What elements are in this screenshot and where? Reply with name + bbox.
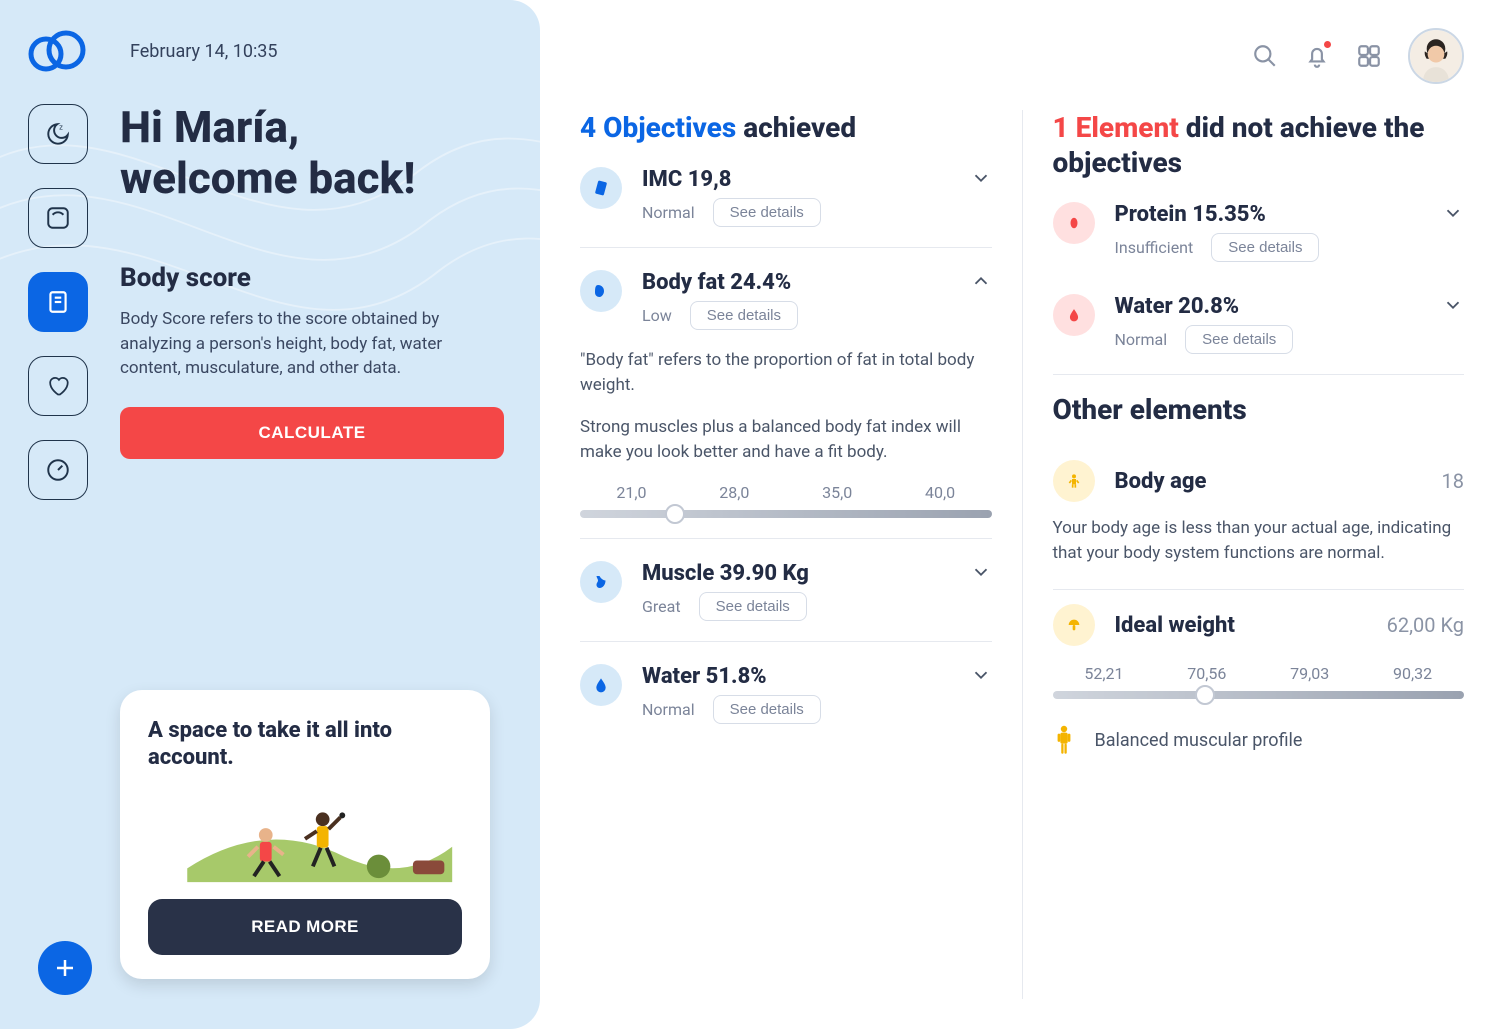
side-nav: February 14, 10:35 z xyxy=(28,30,96,999)
nav-notes-active[interactable] xyxy=(28,272,88,332)
nav-timer[interactable] xyxy=(28,440,88,500)
failed-column: 1 Element did not achieve the objectives… xyxy=(1023,110,1465,999)
metric-title: IMC 19,8 xyxy=(642,167,950,192)
gauge-icon xyxy=(45,457,71,483)
metric-imc: IMC 19,8 Normal See details xyxy=(580,145,992,248)
apps-grid-icon[interactable] xyxy=(1356,43,1382,69)
see-details-button[interactable]: See details xyxy=(1185,325,1293,354)
left-panel: February 14, 10:35 z xyxy=(0,0,540,1029)
chevron-down-icon[interactable] xyxy=(970,664,992,686)
water-drop-icon xyxy=(1053,294,1095,336)
metric-title: Water 51.8% xyxy=(642,664,950,689)
nav-heart[interactable] xyxy=(28,356,88,416)
bodyscore-desc: Body Score refers to the score obtained … xyxy=(120,307,480,381)
notification-dot xyxy=(1324,41,1331,48)
slider-thumb[interactable] xyxy=(665,504,685,524)
promo-card: A space to take it all into account. xyxy=(120,690,490,979)
chevron-down-icon[interactable] xyxy=(1442,202,1464,224)
metric-title: Body fat 24.4% xyxy=(642,270,950,295)
metric-status: Low xyxy=(642,306,672,325)
imc-icon xyxy=(580,167,622,209)
detail-p2: Strong muscles plus a balanced body fat … xyxy=(580,415,992,464)
metric-status: Normal xyxy=(1115,330,1168,349)
see-details-button[interactable]: See details xyxy=(713,198,821,227)
chevron-down-icon[interactable] xyxy=(970,561,992,583)
nav-sleep[interactable]: z xyxy=(28,104,88,164)
muscular-profile-text: Balanced muscular profile xyxy=(1095,730,1303,751)
ideal-weight-value: 62,00 Kg xyxy=(1387,613,1464,637)
metric-water-failed: Water 20.8% Normal See details xyxy=(1053,272,1465,375)
metric-title: Water 20.8% xyxy=(1115,294,1423,319)
calculate-button[interactable]: CALCULATE xyxy=(120,407,504,459)
ideal-weight-slider: 52,21 70,56 79,03 90,32 xyxy=(1053,664,1465,699)
body-age-value: 18 xyxy=(1442,469,1464,493)
water-drop-icon xyxy=(580,664,622,706)
body-silhouette-icon xyxy=(1053,725,1075,755)
chevron-up-icon[interactable] xyxy=(970,270,992,292)
chevron-down-icon[interactable] xyxy=(1442,294,1464,316)
detail-p1: "Body fat" refers to the proportion of f… xyxy=(580,348,992,397)
objectives-column: 4 Objectives achieved IMC 19,8 Normal Se… xyxy=(580,110,1023,999)
plus-icon xyxy=(53,956,77,980)
slider-thumb[interactable] xyxy=(1195,685,1215,705)
metric-detail-body: "Body fat" refers to the proportion of f… xyxy=(580,330,992,518)
body-age-desc: Your body age is less than your actual a… xyxy=(1053,516,1465,565)
avatar-image xyxy=(1410,28,1462,84)
see-details-button[interactable]: See details xyxy=(1211,233,1319,262)
welcome-heading: Hi María, welcome back! xyxy=(120,102,504,203)
search-icon[interactable] xyxy=(1252,43,1278,69)
metric-status: Great xyxy=(642,597,681,616)
body-age-label: Body age xyxy=(1115,469,1422,494)
see-details-button[interactable]: See details xyxy=(713,695,821,724)
metric-protein: Protein 15.35% Insufficient See details xyxy=(1053,180,1465,272)
muscle-icon xyxy=(580,561,622,603)
slider-track[interactable] xyxy=(1053,691,1465,699)
logo xyxy=(28,30,86,72)
scale-icon xyxy=(45,205,71,231)
topbar-right xyxy=(1252,28,1464,84)
ideal-weight-label: Ideal weight xyxy=(1115,613,1367,638)
read-more-button[interactable]: READ MORE xyxy=(148,899,462,955)
date-text: February 14, 10:35 xyxy=(130,41,278,62)
bell-icon[interactable] xyxy=(1304,43,1330,69)
body-age-block: Body age 18 Your body age is less than y… xyxy=(1053,446,1465,590)
chevron-down-icon[interactable] xyxy=(970,167,992,189)
metric-title: Protein 15.35% xyxy=(1115,202,1423,227)
svg-text:z: z xyxy=(59,123,63,132)
promo-title: A space to take it all into account. xyxy=(148,718,462,771)
metric-muscle: Muscle 39.90 Kg Great See details xyxy=(580,539,992,642)
nav-weight[interactable] xyxy=(28,188,88,248)
avatar[interactable] xyxy=(1408,28,1464,84)
fab-add-button[interactable] xyxy=(38,941,92,995)
mushroom-icon xyxy=(1053,604,1095,646)
metric-status: Normal xyxy=(642,700,695,719)
moon-icon: z xyxy=(45,121,71,147)
muscular-profile-row: Balanced muscular profile xyxy=(1053,725,1465,755)
bodyscore-title: Body score xyxy=(120,263,504,293)
metric-status: Normal xyxy=(642,203,695,222)
failed-title: 1 Element did not achieve the objectives xyxy=(1053,110,1465,180)
bodyfat-icon xyxy=(580,270,622,312)
other-elements-title: Other elements xyxy=(1053,393,1465,426)
metric-body-fat: Body fat 24.4% Low See details "Body fat… xyxy=(580,248,992,539)
heart-icon xyxy=(45,373,71,399)
exercise-illustration xyxy=(148,787,462,883)
protein-icon xyxy=(1053,202,1095,244)
metric-status: Insufficient xyxy=(1115,238,1194,257)
metric-water: Water 51.8% Normal See details xyxy=(580,642,992,744)
bodyfat-slider: 21,0 28,0 35,0 40,0 xyxy=(580,483,992,518)
slider-track[interactable] xyxy=(580,510,992,518)
see-details-button[interactable]: See details xyxy=(690,301,798,330)
see-details-button[interactable]: See details xyxy=(699,592,807,621)
objectives-title: 4 Objectives achieved xyxy=(580,110,992,145)
person-icon xyxy=(1053,460,1095,502)
ideal-weight-block: Ideal weight 62,00 Kg 52,21 70,56 79,03 … xyxy=(1053,590,1465,779)
metric-title: Muscle 39.90 Kg xyxy=(642,561,950,586)
document-icon xyxy=(45,289,71,315)
